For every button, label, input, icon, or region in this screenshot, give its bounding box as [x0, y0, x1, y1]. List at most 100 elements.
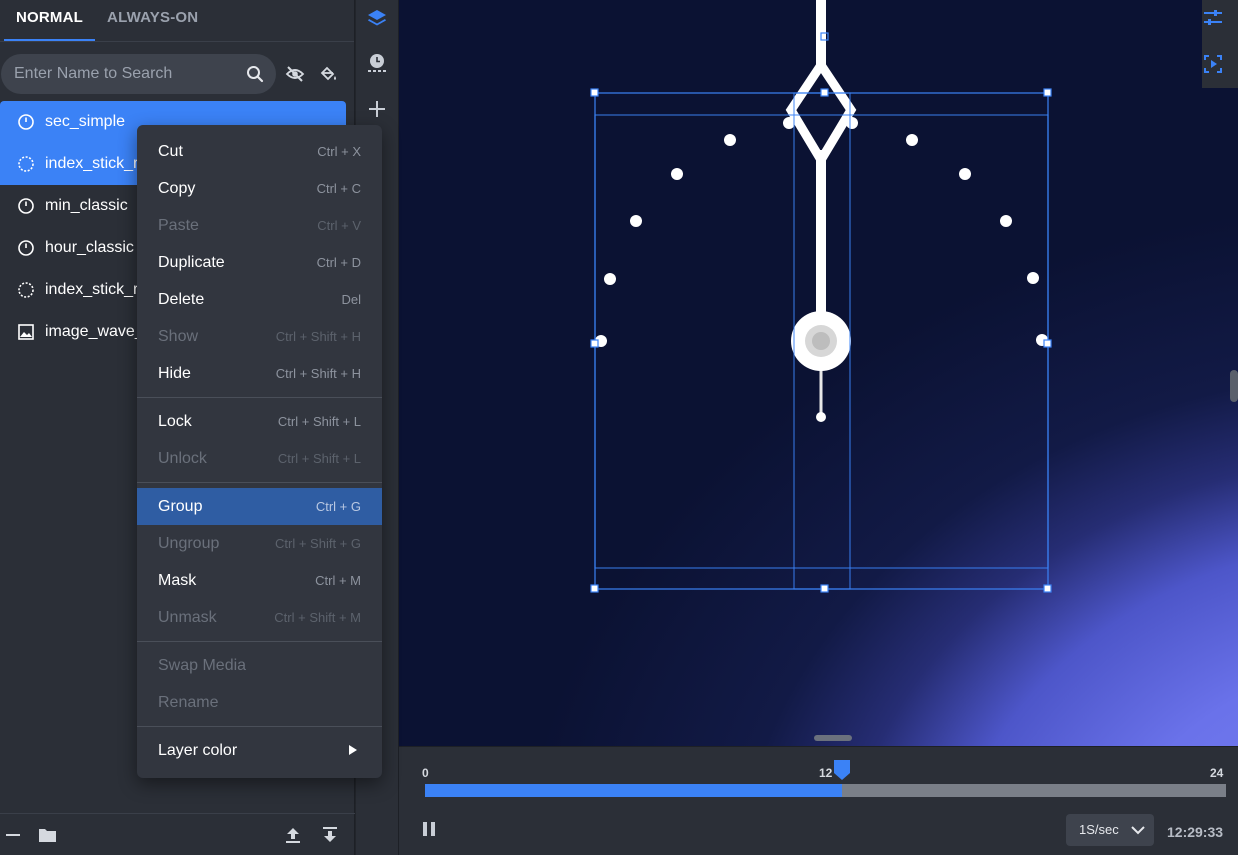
timeline-track[interactable]	[425, 784, 1226, 797]
menu-item-label: Ungroup	[158, 534, 220, 552]
search-input[interactable]	[14, 54, 234, 94]
menu-item-shortcut: Ctrl + Shift + H	[275, 329, 361, 344]
menu-item-hide[interactable]: Hide Ctrl + Shift + H	[137, 355, 382, 392]
menu-item-layer-color[interactable]: Layer color	[137, 732, 382, 769]
menu-item-label: Hide	[158, 364, 191, 382]
menu-item-label: Unmask	[158, 608, 217, 626]
hide-eye-icon[interactable]	[285, 64, 305, 84]
clock-hand-shape	[785, 0, 857, 422]
menu-item-lock[interactable]: Lock Ctrl + Shift + L	[137, 403, 382, 440]
playhead-marker-icon[interactable]	[833, 759, 851, 781]
menu-item-shortcut: Ctrl + G	[315, 499, 361, 514]
menu-item-unlock: Unlock Ctrl + Shift + L	[137, 440, 382, 477]
move-to-top-icon[interactable]	[283, 826, 303, 844]
menu-item-label: Swap Media	[158, 656, 247, 674]
menu-item-label: Duplicate	[158, 253, 225, 271]
menu-item-label: Lock	[158, 412, 192, 430]
current-time: 12:29:33	[1167, 824, 1224, 840]
dial-index-icon	[18, 156, 34, 172]
layer-label: min_classic	[45, 197, 128, 214]
timeline-end-label: 24	[1210, 766, 1224, 780]
tab-always-on[interactable]: ALWAYS-ON	[95, 0, 210, 41]
menu-item-label: Mask	[158, 571, 197, 589]
menu-item-label: Rename	[158, 693, 219, 711]
menu-separator	[137, 397, 382, 398]
tab-normal[interactable]: NORMAL	[4, 0, 96, 41]
menu-item-shortcut: Del	[341, 292, 361, 307]
menu-item-shortcut: Ctrl + Shift + L	[277, 414, 361, 429]
timeline-mid-label: 12	[819, 766, 833, 780]
layers-bottom-bar	[0, 813, 355, 855]
pause-icon[interactable]	[421, 821, 437, 837]
menu-item-label: Show	[158, 327, 199, 345]
menu-item-duplicate[interactable]: Duplicate Ctrl + D	[137, 244, 382, 281]
chevron-down-icon	[1131, 826, 1145, 835]
menu-item-label: Unlock	[158, 449, 207, 467]
search-box[interactable]	[1, 54, 276, 94]
menu-separator	[137, 726, 382, 727]
clock-hand-icon	[18, 240, 34, 256]
image-icon	[18, 324, 34, 340]
menu-item-ungroup: Ungroup Ctrl + Shift + G	[137, 525, 382, 562]
menu-item-shortcut: Ctrl + Shift + G	[275, 536, 361, 551]
menu-item-shortcut: Ctrl + Shift + M	[274, 610, 361, 625]
canvas-vertical-scrollbar[interactable]	[1230, 370, 1238, 402]
minus-icon[interactable]	[4, 826, 24, 844]
menu-item-group[interactable]: Group Ctrl + G	[137, 488, 382, 525]
submenu-arrow-icon	[349, 745, 357, 755]
layer-mode-tabs: NORMAL ALWAYS-ON	[0, 0, 354, 42]
menu-separator	[137, 641, 382, 642]
layer-label: hour_classic	[45, 239, 134, 256]
menu-item-shortcut: Ctrl + M	[315, 573, 361, 588]
menu-item-shortcut: Ctrl + D	[316, 255, 361, 270]
timeline-panel: 0 12 24 1S/sec 12:29:33	[399, 746, 1238, 855]
layers-icon[interactable]	[366, 8, 388, 30]
layer-label: sec_simple	[45, 113, 126, 130]
preview-play-icon[interactable]	[1202, 53, 1224, 75]
editor-canvas[interactable]	[399, 0, 1238, 746]
menu-item-label: Cut	[158, 142, 183, 160]
timeline-progress	[425, 784, 842, 797]
add-icon[interactable]	[366, 98, 388, 120]
move-to-bottom-icon[interactable]	[320, 826, 340, 844]
paint-bucket-icon[interactable]	[318, 64, 338, 84]
layer-label: index_stick_ro	[45, 155, 148, 172]
layer-context-menu: Cut Ctrl + X Copy Ctrl + C Paste Ctrl + V D…	[137, 125, 382, 778]
adjust-sliders-icon[interactable]	[1202, 7, 1224, 29]
menu-item-label: Delete	[158, 290, 205, 308]
folder-icon[interactable]	[38, 826, 58, 844]
menu-item-swap-media: Swap Media	[137, 647, 382, 684]
menu-item-show: Show Ctrl + Shift + H	[137, 318, 382, 355]
timeline-clock-icon[interactable]	[366, 52, 388, 74]
menu-item-shortcut: Ctrl + Shift + H	[275, 366, 361, 381]
menu-item-label: Paste	[158, 216, 199, 234]
menu-item-cut[interactable]: Cut Ctrl + X	[137, 133, 382, 170]
menu-item-unmask: Unmask Ctrl + Shift + M	[137, 599, 382, 636]
right-tools	[1202, 0, 1238, 88]
timeline-start-label: 0	[422, 766, 429, 780]
menu-item-copy[interactable]: Copy Ctrl + C	[137, 170, 382, 207]
watch-face-editor: NORMAL ALWAYS-ON Enter Name to Search se…	[0, 0, 1238, 855]
search-icon[interactable]	[246, 65, 264, 83]
menu-item-shortcut: Ctrl + X	[317, 144, 361, 159]
clock-hand-icon	[18, 198, 34, 214]
timeline-resize-handle[interactable]	[814, 735, 852, 741]
search-row	[0, 54, 355, 94]
menu-item-label: Layer color	[158, 741, 238, 759]
menu-item-rename: Rename	[137, 684, 382, 721]
menu-item-paste: Paste Ctrl + V	[137, 207, 382, 244]
menu-item-label: Copy	[158, 179, 196, 197]
menu-item-label: Group	[158, 497, 203, 515]
speed-value: 1S/sec	[1079, 822, 1119, 837]
layer-label: index_stick_ro	[45, 281, 148, 298]
menu-separator	[137, 482, 382, 483]
menu-item-shortcut: Ctrl + V	[317, 218, 361, 233]
dial-index-icon	[18, 282, 34, 298]
speed-select[interactable]: 1S/sec	[1066, 814, 1154, 846]
menu-item-shortcut: Ctrl + C	[316, 181, 361, 196]
menu-item-mask[interactable]: Mask Ctrl + M	[137, 562, 382, 599]
layer-label: image_wave_	[45, 323, 144, 340]
menu-item-delete[interactable]: Delete Del	[137, 281, 382, 318]
watch-preview	[590, 0, 1052, 593]
clock-hand-icon	[18, 114, 34, 130]
